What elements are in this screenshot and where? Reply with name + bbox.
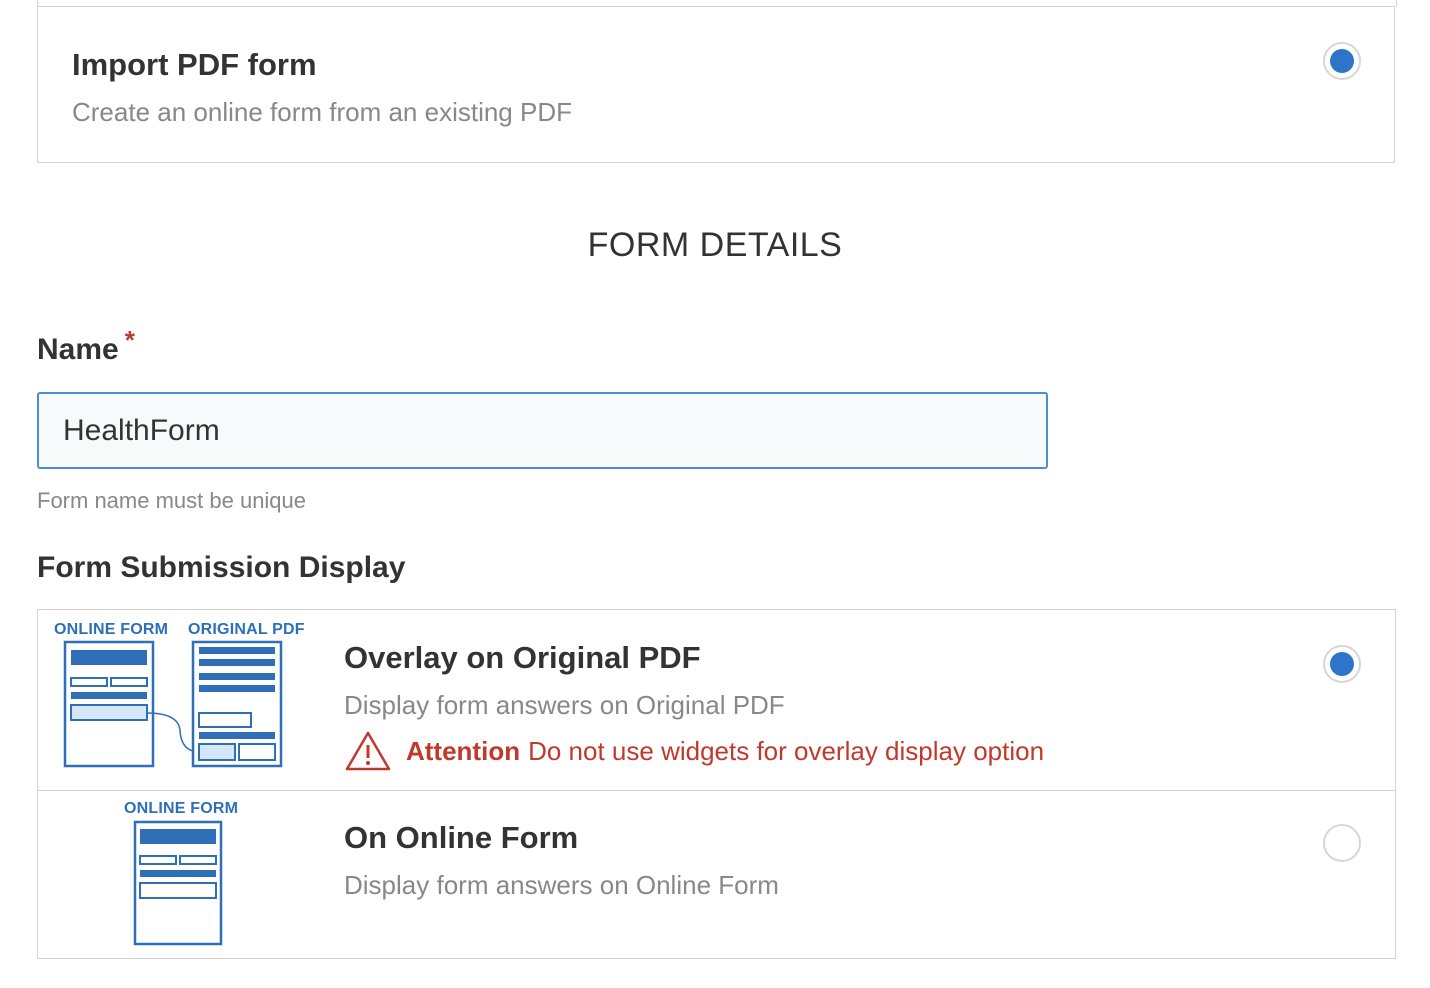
name-label: Name * xyxy=(37,325,135,367)
import-pdf-subtitle: Create an online form from an existing P… xyxy=(72,97,572,127)
name-help-text: Form name must be unique xyxy=(37,488,307,513)
overlay-option-title: Overlay on Original PDF xyxy=(344,640,701,675)
name-input[interactable] xyxy=(37,392,1048,469)
import-pdf-title: Import PDF form xyxy=(72,47,317,82)
attention-message: Do not use widgets for overlay display o… xyxy=(528,735,1045,766)
import-pdf-option[interactable]: Import PDF form Create an online form fr… xyxy=(37,0,1397,163)
required-marker: * xyxy=(124,325,135,355)
online-form-radio[interactable] xyxy=(1323,824,1361,862)
overlay-option-subtitle: Display form answers on Original PDF xyxy=(344,690,785,720)
online-form-option-title: On Online Form xyxy=(344,820,579,855)
overlay-illustration-icon xyxy=(63,640,283,768)
submission-display-options: ONLINE FORM ORIGINAL PDF Overlay on Orig… xyxy=(37,609,1396,959)
attention-label: Attention xyxy=(406,735,521,766)
name-label-text: Name xyxy=(37,333,119,366)
card-top-edge xyxy=(37,0,1397,7)
online-form-option-subtitle: Display form answers on Online Form xyxy=(344,870,779,900)
online-form-option[interactable]: ONLINE FORM On Online Form Display form … xyxy=(38,790,1395,958)
online-form-illustration-icon xyxy=(133,820,223,946)
overlay-radio[interactable] xyxy=(1323,645,1361,683)
overlay-option[interactable]: ONLINE FORM ORIGINAL PDF Overlay on Orig… xyxy=(38,610,1395,791)
import-pdf-radio[interactable] xyxy=(1323,42,1361,80)
warning-icon xyxy=(345,731,391,771)
form-details-heading: FORM DETAILS xyxy=(587,226,843,264)
form-details-page: Import PDF form Create an online form fr… xyxy=(0,0,1430,988)
submission-display-label: Form Submission Display xyxy=(37,551,406,584)
overlay-attention: Attention Do not use widgets for overlay… xyxy=(344,730,1044,772)
